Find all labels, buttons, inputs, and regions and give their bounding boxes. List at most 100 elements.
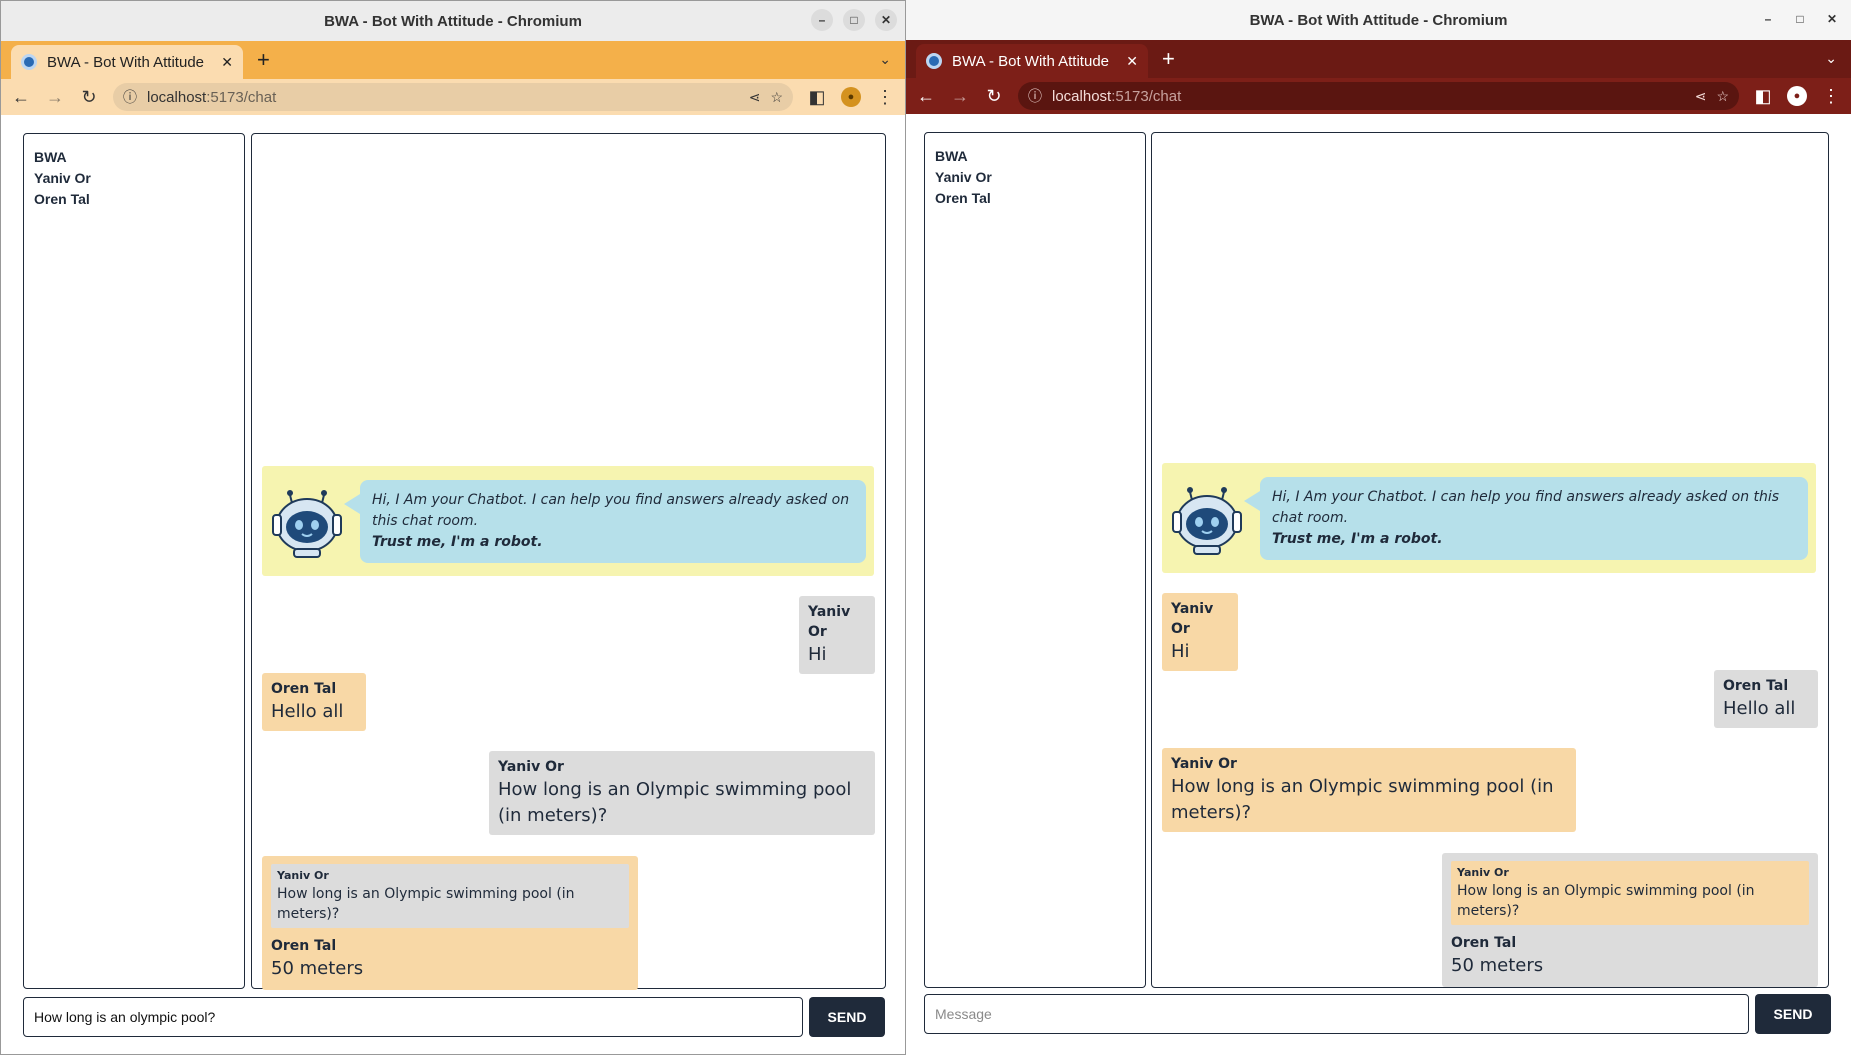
bookmark-star-icon[interactable]: ☆ — [1716, 88, 1729, 105]
site-info-icon[interactable]: ⓘ — [123, 87, 137, 107]
user-item: Oren Tal — [935, 190, 991, 206]
profile-avatar-icon[interactable]: ● — [1787, 86, 1807, 106]
browser-window-right: BWA - Bot With Attitude - Chromium – □ ✕… — [906, 0, 1851, 1055]
share-icon[interactable]: ⋖ — [1695, 88, 1707, 105]
bot-tagline: Trust me, I'm a robot. — [372, 533, 543, 550]
user-item: Oren Tal — [34, 191, 90, 207]
quoted-text: How long is an Olympic swimming pool (in… — [1457, 883, 1755, 919]
browser-tab[interactable]: BWA - Bot With Attitude ✕ — [11, 45, 243, 79]
reload-icon[interactable]: ↻ — [79, 87, 99, 108]
robot-avatar-icon — [1172, 487, 1242, 555]
message-text: 50 meters — [271, 958, 364, 979]
site-info-icon[interactable]: ⓘ — [1028, 86, 1042, 106]
message-sender: Yaniv Or — [498, 759, 564, 775]
close-icon[interactable]: ✕ — [1821, 8, 1843, 30]
window-title: BWA - Bot With Attitude - Chromium — [1249, 11, 1508, 29]
quoted-sender: Yaniv Or — [1457, 866, 1509, 879]
back-icon[interactable]: ← — [11, 87, 31, 108]
bot-tagline: Trust me, I'm a robot. — [1272, 530, 1443, 547]
message-text: Hello all — [1723, 698, 1796, 719]
message-sender: Yaniv Or — [1171, 756, 1237, 772]
menu-kebab-icon[interactable]: ⋮ — [875, 87, 895, 108]
side-panel-icon[interactable]: ◧ — [807, 87, 827, 108]
menu-kebab-icon[interactable]: ⋮ — [1821, 86, 1841, 107]
message-composer: SEND — [924, 994, 1831, 1034]
message-sender: Yaniv Or — [808, 604, 851, 640]
nav-bar: ← → ↻ ⓘ localhost:5173/chat ⋖ ☆ ◧ ● ⋮ — [906, 78, 1851, 114]
bot-message-text: Hi, I Am your Chatbot. I can help you fi… — [1272, 488, 1780, 526]
message-sender: Oren Tal — [271, 681, 337, 697]
message-composer: SEND — [23, 997, 885, 1037]
user-item: BWA — [34, 149, 67, 165]
message-bubble: Oren Tal Hello all — [262, 673, 366, 731]
url-text: localhost:5173/chat — [147, 88, 277, 106]
message-bubble: Yaniv Or How long is an Olympic swimming… — [1162, 748, 1576, 832]
quoted-message[interactable]: Yaniv Or How long is an Olympic swimming… — [1451, 861, 1809, 925]
close-icon[interactable]: ✕ — [875, 9, 897, 31]
favicon-icon — [21, 54, 37, 70]
message-sender: Oren Tal — [1451, 935, 1517, 951]
message-sender: Yaniv Or — [1171, 601, 1214, 637]
user-item: BWA — [935, 148, 968, 164]
browser-tab[interactable]: BWA - Bot With Attitude ✕ — [916, 44, 1148, 78]
bookmark-star-icon[interactable]: ☆ — [770, 89, 783, 106]
send-button[interactable]: SEND — [1755, 994, 1831, 1034]
chat-messages-panel: Hi, I Am your Chatbot. I can help you fi… — [251, 133, 886, 990]
favicon-icon — [926, 53, 942, 69]
window-title: BWA - Bot With Attitude - Chromium — [324, 12, 582, 30]
quoted-text: How long is an Olympic swimming pool (in… — [277, 886, 575, 922]
message-text: Hi — [808, 644, 827, 665]
robot-avatar-icon — [272, 490, 342, 558]
maximize-icon[interactable]: □ — [843, 9, 865, 31]
minimize-icon[interactable]: – — [811, 9, 833, 31]
reply-message-bubble: Yaniv Or How long is an Olympic swimming… — [262, 856, 638, 990]
profile-avatar-icon[interactable]: ● — [841, 87, 861, 107]
back-icon[interactable]: ← — [916, 86, 936, 107]
chat-messages-panel: Hi, I Am your Chatbot. I can help you fi… — [1151, 132, 1829, 988]
nav-bar: ← → ↻ ⓘ localhost:5173/chat ⋖ ☆ ◧ ● ⋮ — [1, 79, 905, 115]
message-text: 50 meters — [1451, 955, 1544, 976]
bot-greeting: Hi, I Am your Chatbot. I can help you fi… — [262, 466, 874, 576]
tab-close-icon[interactable]: ✕ — [1126, 53, 1138, 70]
window-titlebar[interactable]: BWA - Bot With Attitude - Chromium – □ ✕ — [1, 1, 905, 41]
page-content: BWA Yaniv Or Oren Tal Hi, I Am your Chat… — [1, 115, 905, 1054]
address-bar[interactable]: ⓘ localhost:5173/chat ⋖ ☆ — [113, 83, 793, 111]
tab-title: BWA - Bot With Attitude — [47, 53, 205, 71]
new-tab-icon[interactable]: + — [1162, 46, 1175, 72]
quoted-message[interactable]: Yaniv Or How long is an Olympic swimming… — [271, 864, 629, 928]
tab-close-icon[interactable]: ✕ — [221, 54, 233, 71]
message-text: Hello all — [271, 701, 344, 722]
bot-speech-bubble: Hi, I Am your Chatbot. I can help you fi… — [344, 479, 866, 563]
share-icon[interactable]: ⋖ — [749, 89, 761, 106]
message-input[interactable] — [23, 997, 803, 1037]
users-list: BWA Yaniv Or Oren Tal — [924, 132, 1146, 988]
message-text: How long is an Olympic swimming pool (in… — [498, 779, 852, 826]
message-sender: Oren Tal — [1723, 678, 1789, 694]
browser-window-left: BWA - Bot With Attitude - Chromium – □ ✕… — [0, 0, 906, 1055]
message-bubble: Oren Tal Hello all — [1714, 670, 1818, 728]
minimize-icon[interactable]: – — [1757, 8, 1779, 30]
message-input[interactable] — [924, 994, 1749, 1034]
url-text: localhost:5173/chat — [1052, 87, 1182, 105]
forward-icon[interactable]: → — [45, 87, 65, 108]
message-text: How long is an Olympic swimming pool (in… — [1171, 776, 1554, 823]
tab-strip: BWA - Bot With Attitude ✕ + ⌄ — [1, 41, 905, 79]
page-content: BWA Yaniv Or Oren Tal Hi, I Am your Chat… — [906, 114, 1851, 1055]
message-text: Hi — [1171, 641, 1190, 662]
desktop: BWA - Bot With Attitude - Chromium – □ ✕… — [0, 0, 1851, 1055]
window-titlebar[interactable]: BWA - Bot With Attitude - Chromium – □ ✕ — [906, 0, 1851, 40]
tab-search-icon[interactable]: ⌄ — [879, 51, 891, 68]
bot-speech-bubble: Hi, I Am your Chatbot. I can help you fi… — [1244, 476, 1808, 560]
send-button[interactable]: SEND — [809, 997, 885, 1037]
message-bubble: Yaniv Or How long is an Olympic swimming… — [489, 751, 875, 835]
tab-search-icon[interactable]: ⌄ — [1825, 50, 1837, 67]
side-panel-icon[interactable]: ◧ — [1753, 86, 1773, 107]
bot-message-text: Hi, I Am your Chatbot. I can help you fi… — [372, 491, 850, 529]
new-tab-icon[interactable]: + — [257, 47, 270, 73]
message-bubble: Yaniv Or Hi — [1162, 593, 1238, 671]
address-bar[interactable]: ⓘ localhost:5173/chat ⋖ ☆ — [1018, 82, 1739, 110]
forward-icon[interactable]: → — [950, 86, 970, 107]
user-item: Yaniv Or — [34, 170, 91, 186]
reload-icon[interactable]: ↻ — [984, 86, 1004, 107]
maximize-icon[interactable]: □ — [1789, 8, 1811, 30]
